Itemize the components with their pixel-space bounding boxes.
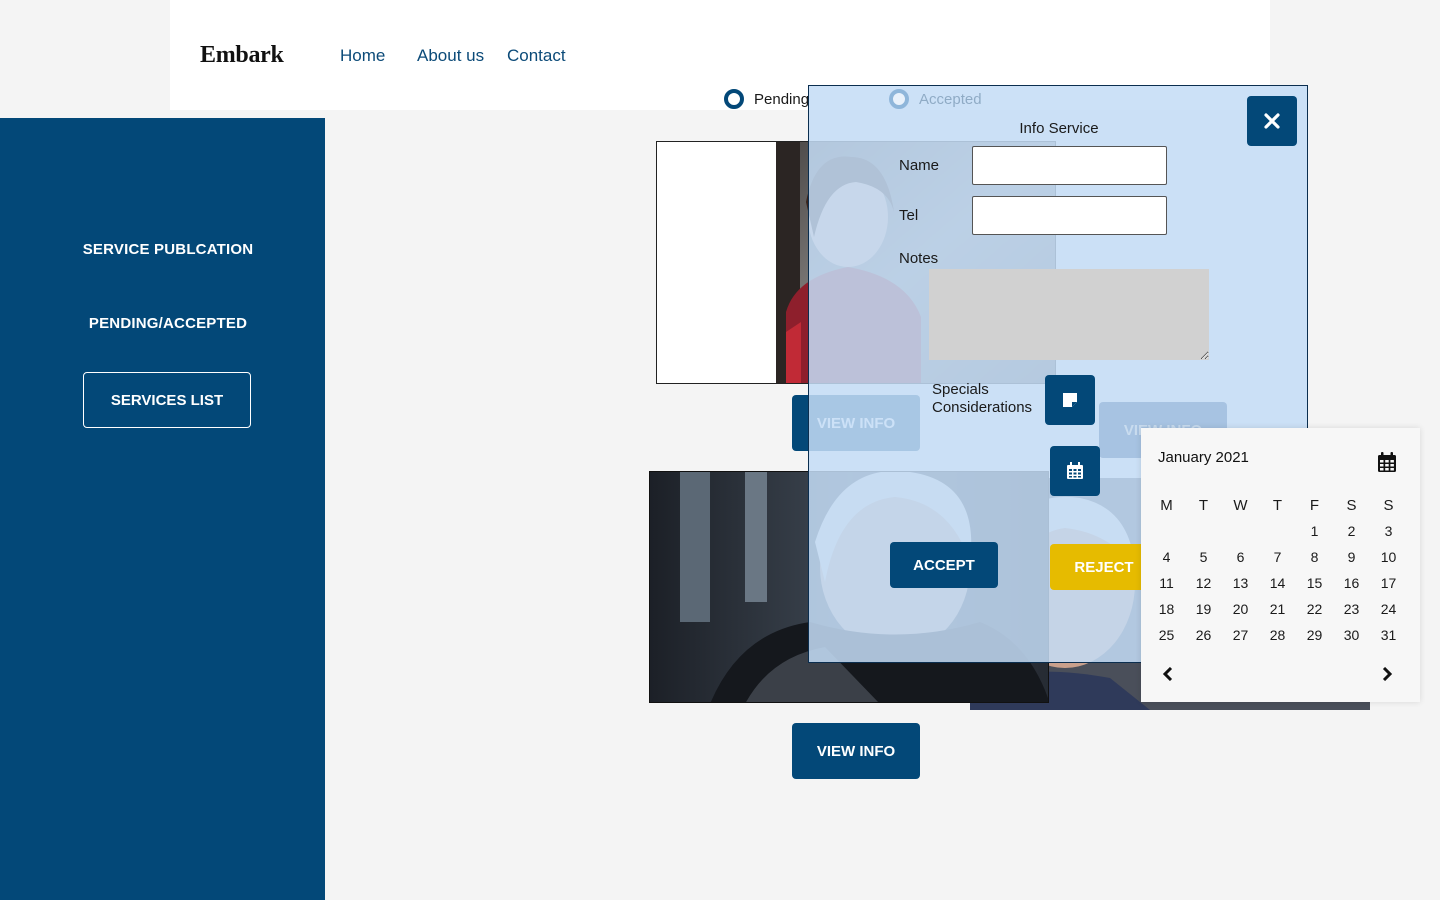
sticky-note-icon — [1063, 393, 1077, 407]
calendar-day-grid: 1 2 3 4 5 6 7 8 9 10 11 12 13 14 15 16 17 18 19 20 21 22 23 24 2… — [1148, 523, 1407, 653]
radio-accepted-indicator[interactable] — [889, 89, 909, 109]
calendar-day[interactable]: 6 — [1222, 549, 1259, 575]
radio-accepted-label: Accepted — [919, 90, 982, 108]
nav-home[interactable]: Home — [340, 46, 385, 66]
calendar-day[interactable]: 22 — [1296, 601, 1333, 627]
sidebar: SERVICE PUBLCATION PENDING/ACCEPTED SERV… — [0, 118, 325, 900]
calendar-day[interactable]: 11 — [1148, 575, 1185, 601]
calendar-weekday: S — [1346, 497, 1357, 514]
calendar-day[interactable]: 13 — [1222, 575, 1259, 601]
calendar-day[interactable]: 20 — [1222, 601, 1259, 627]
logo[interactable]: Embark — [200, 42, 284, 69]
calendar-day[interactable]: 19 — [1185, 601, 1222, 627]
calendar-day[interactable]: 17 — [1370, 575, 1407, 601]
calendar-day[interactable]: 10 — [1370, 549, 1407, 575]
specials-label-line-1: Specials — [932, 381, 989, 398]
notes-field[interactable] — [929, 269, 1209, 360]
calendar-day[interactable]: 31 — [1370, 627, 1407, 653]
name-field[interactable] — [972, 146, 1167, 185]
calendar-weekday: T — [1198, 497, 1209, 514]
accept-button[interactable]: ACCEPT — [890, 542, 998, 588]
calendar-day[interactable]: 26 — [1185, 627, 1222, 653]
radio-pending-indicator[interactable] — [724, 89, 744, 109]
date-picker: January 2021 MTWTFSS 1 2 3 4 5 6 7 8 9 10 11 12 13 14… — [1141, 428, 1420, 702]
calendar-empty-cell — [1185, 523, 1222, 549]
calendar-weekday: W — [1233, 497, 1248, 514]
calendar-day[interactable]: 16 — [1333, 575, 1370, 601]
calendar-day[interactable]: 14 — [1259, 575, 1296, 601]
calendar-weekday-header: MTWTFSS — [1148, 497, 1407, 514]
calendar-day[interactable]: 8 — [1296, 549, 1333, 575]
calendar-day[interactable]: 24 — [1370, 601, 1407, 627]
calendar-weekday: T — [1272, 497, 1283, 514]
calendar-empty-cell — [1222, 523, 1259, 549]
chevron-right-icon — [1382, 667, 1393, 681]
view-info-button-2[interactable]: VIEW INFO — [792, 723, 920, 779]
calendar-day[interactable]: 23 — [1333, 601, 1370, 627]
calendar-day[interactable]: 4 — [1148, 549, 1185, 575]
radio-pending-label: Pending — [754, 90, 810, 108]
calendar-icon — [1067, 462, 1083, 479]
calendar-day[interactable]: 2 — [1333, 523, 1370, 549]
nav-about-us[interactable]: About us — [417, 46, 484, 66]
calendar-day[interactable]: 21 — [1259, 601, 1296, 627]
notes-label: Notes — [899, 250, 939, 267]
calendar-prev-button[interactable] — [1158, 664, 1178, 684]
calendar-day[interactable]: 27 — [1222, 627, 1259, 653]
sidebar-item-service-publication[interactable]: SERVICE PUBLCATION — [0, 241, 336, 258]
tel-field[interactable] — [972, 196, 1167, 235]
calendar-day[interactable]: 3 — [1370, 523, 1407, 549]
calendar-empty-cell — [1148, 523, 1185, 549]
calendar-month-label: January 2021 — [1158, 449, 1249, 466]
calendar-day[interactable]: 9 — [1333, 549, 1370, 575]
modal-title: Info Service — [1019, 120, 1099, 137]
open-calendar-button[interactable] — [1050, 446, 1100, 496]
calendar-day[interactable]: 12 — [1185, 575, 1222, 601]
sidebar-item-pending-accepted[interactable]: PENDING/ACCEPTED — [0, 315, 336, 332]
close-button[interactable] — [1247, 96, 1297, 146]
calendar-day[interactable]: 28 — [1259, 627, 1296, 653]
calendar-weekday: F — [1309, 497, 1320, 514]
calendar-day[interactable]: 1 — [1296, 523, 1333, 549]
radio-accepted[interactable]: Accepted — [889, 89, 982, 109]
sidebar-item-services-list[interactable]: SERVICES LIST — [83, 372, 251, 428]
calendar-weekday: M — [1160, 497, 1173, 514]
tel-label: Tel — [899, 207, 919, 224]
nav-contact[interactable]: Contact — [507, 46, 566, 66]
calendar-day[interactable]: 7 — [1259, 549, 1296, 575]
calendar-day[interactable]: 29 — [1296, 627, 1333, 653]
special-notes-button[interactable] — [1045, 375, 1095, 425]
specials-label-line-2: Considerations — [932, 399, 1033, 416]
calendar-empty-cell — [1259, 523, 1296, 549]
name-label: Name — [899, 157, 940, 174]
specials-considerations-label: Specials Considerations — [932, 381, 1032, 417]
calendar-next-button[interactable] — [1377, 664, 1397, 684]
calendar-day[interactable]: 18 — [1148, 601, 1185, 627]
calendar-icon[interactable] — [1377, 451, 1397, 473]
chevron-left-icon — [1162, 667, 1173, 681]
calendar-day[interactable]: 5 — [1185, 549, 1222, 575]
calendar-day[interactable]: 30 — [1333, 627, 1370, 653]
calendar-day[interactable]: 25 — [1148, 627, 1185, 653]
close-icon — [1264, 113, 1280, 129]
calendar-weekday: S — [1383, 497, 1394, 514]
calendar-day[interactable]: 15 — [1296, 575, 1333, 601]
radio-pending[interactable]: Pending — [724, 89, 809, 109]
